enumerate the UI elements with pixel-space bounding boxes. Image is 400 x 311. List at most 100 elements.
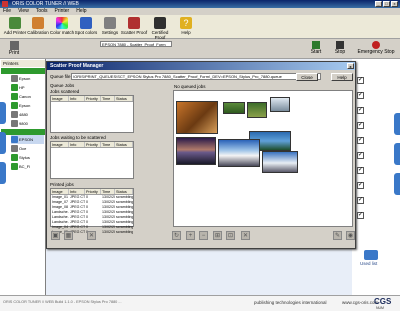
right-side-tab[interactable]: [394, 173, 400, 195]
used-list-icon[interactable]: [364, 250, 378, 260]
remove-image-icon[interactable]: ✕: [241, 231, 250, 240]
scatter-preview-area[interactable]: [173, 90, 353, 227]
jobs-scattered-table[interactable]: Image Info Priority Time Status: [50, 95, 134, 133]
menu-help[interactable]: Help: [76, 8, 86, 15]
rotate-icon[interactable]: ↻: [172, 231, 181, 240]
stop-label: Stop: [334, 49, 346, 55]
printer-icon: [11, 75, 18, 82]
tool-label: Scatter Proof: [120, 30, 148, 35]
status-checkbox[interactable]: ✓: [357, 152, 364, 159]
no-queued-jobs-label: No queued jobs: [174, 84, 206, 89]
preview-thumbnail-forest[interactable]: [223, 102, 245, 114]
preview-thumbnail-mountains[interactable]: [218, 139, 260, 167]
preview-thumbnail-snow-peak[interactable]: [262, 151, 298, 173]
menu-tools[interactable]: Tools: [36, 8, 48, 15]
start-button[interactable]: Start: [308, 41, 324, 55]
printer-label: 9800: [19, 121, 28, 126]
start-label: Start: [310, 49, 322, 55]
job-settings-icon[interactable]: ▦: [64, 231, 73, 240]
color-wheel-icon: [56, 17, 68, 29]
status-checkbox[interactable]: ✓: [357, 197, 364, 204]
preview-thumbnail-trees[interactable]: [247, 102, 267, 118]
menu-view[interactable]: View: [18, 8, 29, 15]
printer-item[interactable]: Epson: [11, 101, 44, 110]
queue-file-field[interactable]: \ORIS\PRINT_QUEUES\SCT_EPSON Stylus Pro …: [71, 73, 321, 80]
calibration-icon: [32, 17, 44, 29]
fit-icon[interactable]: ⊡: [226, 231, 235, 240]
menu-file[interactable]: File: [3, 8, 11, 15]
tool-label: Add Printer: [3, 30, 27, 35]
scatter-proof-button[interactable]: Scatter Proof: [120, 17, 148, 35]
col-image: Image: [51, 142, 69, 147]
left-side-tab[interactable]: [0, 102, 6, 124]
status-checkbox[interactable]: ✓: [357, 167, 364, 174]
jobs-waiting-table[interactable]: Image Info Priority Time Status: [50, 141, 134, 179]
printer-item[interactable]: 4880: [11, 110, 44, 119]
printer-icon: [11, 93, 18, 100]
tool-label: Settings: [101, 30, 119, 35]
table-header: Image Info Priority Time Status: [51, 96, 133, 102]
print-icon: [9, 41, 19, 50]
jobs-waiting-label: Jobs waiting to be scattered: [50, 135, 106, 140]
right-side-tab[interactable]: [394, 113, 400, 135]
stop-button[interactable]: Stop: [332, 41, 348, 55]
zoom-out-icon[interactable]: −: [199, 231, 208, 240]
help-dialog-button[interactable]: Help: [331, 73, 353, 81]
edit-icon[interactable]: ✎: [333, 231, 342, 240]
preview-thumbnail-autumn[interactable]: [176, 101, 218, 134]
printer-label: Epson: [19, 103, 31, 108]
print-label: Print: [8, 50, 20, 56]
printer-item[interactable]: HP: [11, 83, 44, 92]
status-checkbox[interactable]: ✓: [357, 92, 364, 99]
help-button[interactable]: ? Help: [172, 17, 200, 35]
close-window-button[interactable]: x: [391, 1, 398, 7]
dialog-title-bar: Scatter Proof Manager x: [47, 62, 355, 70]
printer-item-selected[interactable]: EPSON: [11, 135, 44, 144]
left-side-tab[interactable]: [0, 132, 6, 154]
printers-panel: Printers Epson HP Canon Epson 4880 9800 …: [0, 59, 46, 295]
printed-jobs-label: Printed jobs: [50, 182, 74, 187]
col-image: Image: [51, 96, 69, 101]
dialog-close-icon[interactable]: x: [347, 63, 354, 69]
zoom-in-icon[interactable]: +: [186, 231, 195, 240]
tool-label: Color match: [49, 30, 75, 35]
arrange-icon[interactable]: ⊞: [213, 231, 222, 240]
preview-thumbnail-lake-sunset[interactable]: [176, 137, 216, 165]
close-button[interactable]: Close: [296, 73, 318, 81]
printed-jobs-table[interactable]: Image Info Priority Time Status Image_01…: [50, 188, 134, 234]
col-status: Status: [115, 189, 133, 194]
col-info: Info: [69, 96, 85, 101]
status-checkbox[interactable]: ✓: [357, 122, 364, 129]
printer-item[interactable]: Stylus: [11, 153, 44, 162]
status-checkbox[interactable]: ✓: [357, 107, 364, 114]
print-button[interactable]: Print: [3, 41, 25, 56]
help-icon: ?: [180, 17, 192, 29]
minimize-button[interactable]: _: [375, 1, 382, 7]
printer-item[interactable]: BC_Fl: [11, 162, 44, 171]
status-checkbox[interactable]: ✓: [357, 212, 364, 219]
printer-icon: [11, 145, 18, 152]
printer-item[interactable]: Canon: [11, 92, 44, 101]
delete-job-icon[interactable]: ✕: [87, 231, 96, 240]
emergency-stop-button[interactable]: Emergency Stop: [354, 41, 398, 55]
status-checkbox[interactable]: ✓: [357, 137, 364, 144]
printer-item[interactable]: Epson: [11, 74, 44, 83]
start-icon: [312, 41, 320, 49]
printer-label: EPSON: [19, 137, 34, 142]
status-checkbox[interactable]: ✓: [357, 77, 364, 84]
left-side-tab[interactable]: [0, 162, 6, 184]
preview-thumbnail-winter[interactable]: [270, 97, 290, 112]
printer-item[interactable]: 9800: [11, 119, 44, 128]
status-checkbox[interactable]: ✓: [357, 182, 364, 189]
printer-icon: [11, 154, 18, 161]
right-side-tab[interactable]: [394, 143, 400, 165]
printer-icon: [11, 136, 18, 143]
printer-item[interactable]: Oce: [11, 144, 44, 153]
menu-printer[interactable]: Printer: [55, 8, 70, 15]
printers-header: Printers: [1, 60, 45, 67]
add-job-icon[interactable]: ▣: [51, 231, 60, 240]
maximize-button[interactable]: □: [383, 1, 390, 7]
print-sheet-icon[interactable]: ◉: [346, 231, 355, 240]
queue-name-field: EPSON 7880 - Scatter_Proof_Form: [100, 41, 172, 47]
certified-proof-button[interactable]: Certified Proof: [146, 17, 174, 40]
